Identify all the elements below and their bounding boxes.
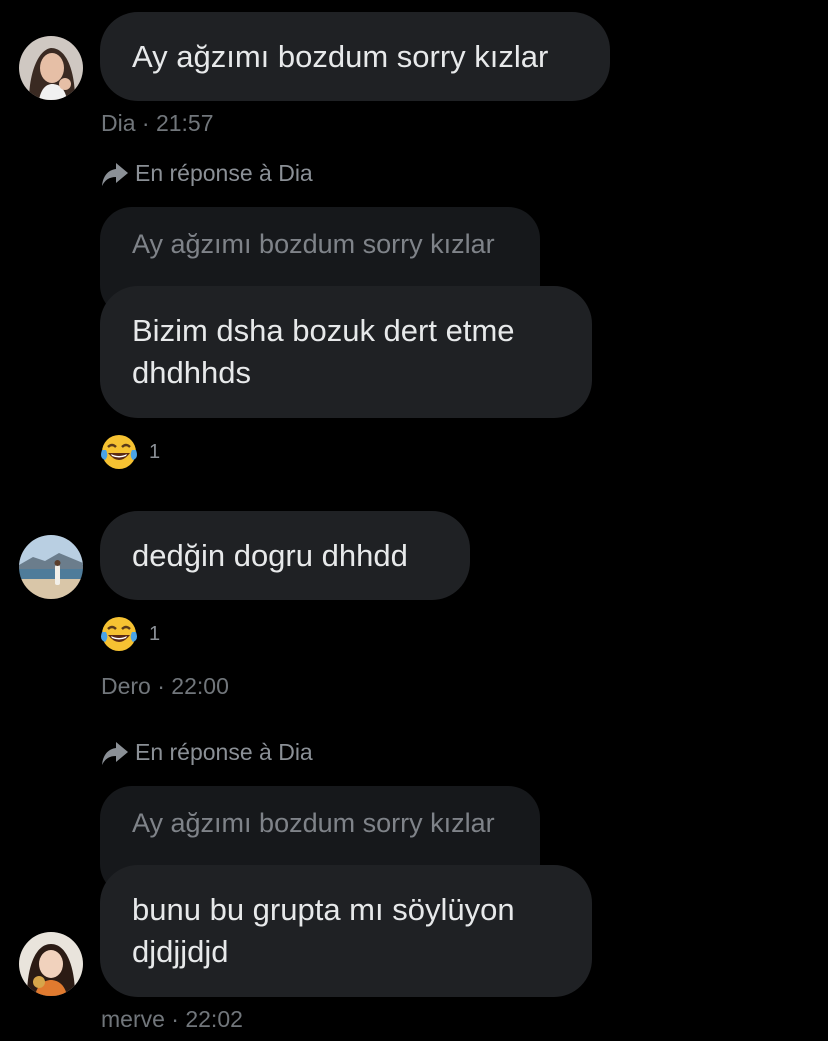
reaction-count: 1 <box>149 622 161 645</box>
reply-arrow-icon <box>102 162 128 186</box>
quoted-text: Ay ağzımı bozdum sorry kızlar <box>132 808 495 838</box>
avatar-dia[interactable] <box>19 36 83 100</box>
avatar-dero[interactable] <box>19 535 83 599</box>
quoted-text: Ay ağzımı bozdum sorry kızlar <box>132 229 495 259</box>
message-bubble[interactable]: dedğin dogru dhhdd <box>100 511 470 600</box>
author-name: Dero <box>101 673 151 699</box>
message-meta: Dero · 22:00 <box>101 673 229 700</box>
reply-arrow-icon <box>102 741 128 765</box>
message-meta: merve · 22:02 <box>101 1006 243 1033</box>
message-text: Bizim dsha bozuk dert etme dhdhhds <box>132 313 515 390</box>
face-with-tears-of-joy-icon <box>101 435 137 469</box>
reaction[interactable]: 1 <box>99 432 160 472</box>
reply-label: En réponse à Dia <box>135 739 313 765</box>
message-bubble[interactable]: bunu bu grupta mı söylüyon djdjjdjd <box>100 865 592 997</box>
timestamp: · 22:00 <box>157 673 229 699</box>
message-meta: Dia · 21:57 <box>101 110 214 137</box>
timestamp: · 21:57 <box>141 110 214 136</box>
author-name: merve <box>101 1006 165 1032</box>
avatar-merve[interactable] <box>19 932 83 996</box>
message-bubble[interactable]: Ay ağzımı bozdum sorry kızlar <box>100 12 610 101</box>
message-text: dedğin dogru dhhdd <box>132 537 408 573</box>
reply-indicator: En réponse à Dia <box>101 739 313 766</box>
timestamp: · 22:02 <box>171 1006 243 1032</box>
message-bubble[interactable]: Bizim dsha bozuk dert etme dhdhhds <box>100 286 592 418</box>
author-name: Dia <box>101 110 136 136</box>
reply-indicator: En réponse à Dia <box>101 160 313 187</box>
reply-label: En réponse à Dia <box>135 160 313 186</box>
message-text: Ay ağzımı bozdum sorry kızlar <box>132 38 549 74</box>
face-with-tears-of-joy-icon <box>101 617 137 651</box>
reaction[interactable]: 1 <box>99 614 160 654</box>
reaction-count: 1 <box>149 440 161 463</box>
message-text: bunu bu grupta mı söylüyon djdjjdjd <box>132 892 515 969</box>
